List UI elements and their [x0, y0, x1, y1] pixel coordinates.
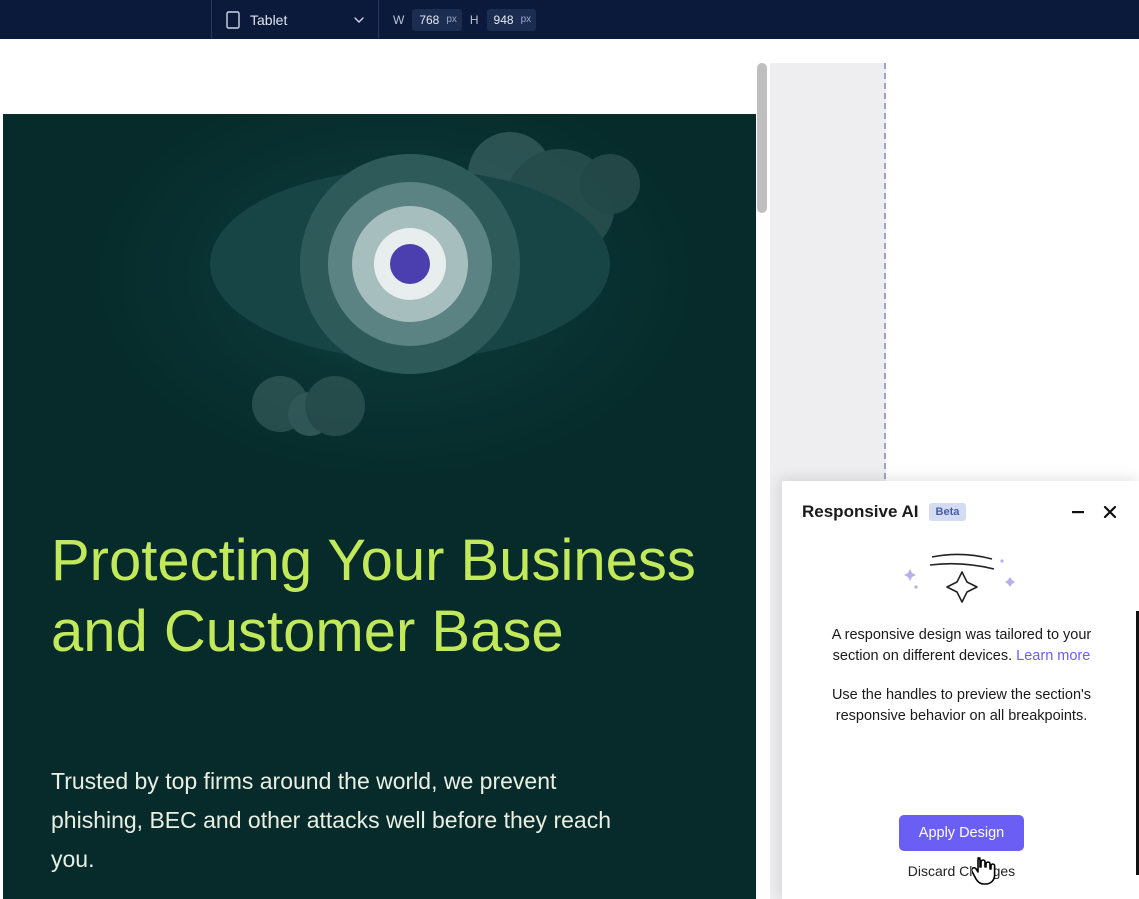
- discard-changes-button[interactable]: Discard Changes: [802, 863, 1121, 879]
- height-label: H: [470, 13, 479, 27]
- ai-sparkle-illustration: [902, 547, 1022, 607]
- width-box: px: [412, 9, 462, 31]
- ai-message-2: Use the handles to preview the section's…: [808, 685, 1115, 727]
- ai-panel-title: Responsive AI: [802, 502, 919, 522]
- top-toolbar: Tablet W px H px: [0, 0, 1139, 39]
- hero-subtext: Trusted by top firms around the world, w…: [51, 762, 611, 879]
- apply-design-button[interactable]: Apply Design: [899, 815, 1024, 851]
- width-input[interactable]: [412, 13, 446, 27]
- ai-panel-body: A responsive design was tailored to your…: [802, 625, 1121, 745]
- minimize-button[interactable]: [1067, 501, 1089, 523]
- ai-panel-header: Responsive AI Beta: [802, 501, 1121, 523]
- tablet-icon: [226, 11, 240, 29]
- device-label: Tablet: [250, 12, 344, 28]
- beta-badge: Beta: [929, 503, 967, 521]
- height-box: px: [487, 9, 537, 31]
- hero-headline: Protecting Your Business and Customer Ba…: [51, 526, 756, 668]
- learn-more-link[interactable]: Learn more: [1016, 648, 1090, 664]
- device-selector[interactable]: Tablet: [212, 0, 379, 39]
- hero-section: Protecting Your Business and Customer Ba…: [3, 114, 756, 899]
- width-unit: px: [446, 14, 462, 25]
- width-label: W: [393, 13, 404, 27]
- responsive-ai-panel: Responsive AI Beta A respon: [782, 481, 1139, 899]
- height-unit: px: [521, 14, 537, 25]
- dimension-controls: W px H px: [379, 9, 550, 31]
- chevron-down-icon: [354, 15, 364, 25]
- preview-frame[interactable]: Protecting Your Business and Customer Ba…: [3, 63, 756, 899]
- ai-panel-actions: Apply Design Discard Changes: [802, 815, 1121, 883]
- toolbar-left-spacer: [0, 0, 212, 39]
- preview-scrollbar[interactable]: [757, 63, 767, 213]
- close-button[interactable]: [1099, 501, 1121, 523]
- height-input[interactable]: [487, 13, 521, 27]
- eye-illustration: [80, 114, 680, 444]
- canvas-area: Protecting Your Business and Customer Ba…: [0, 39, 1139, 899]
